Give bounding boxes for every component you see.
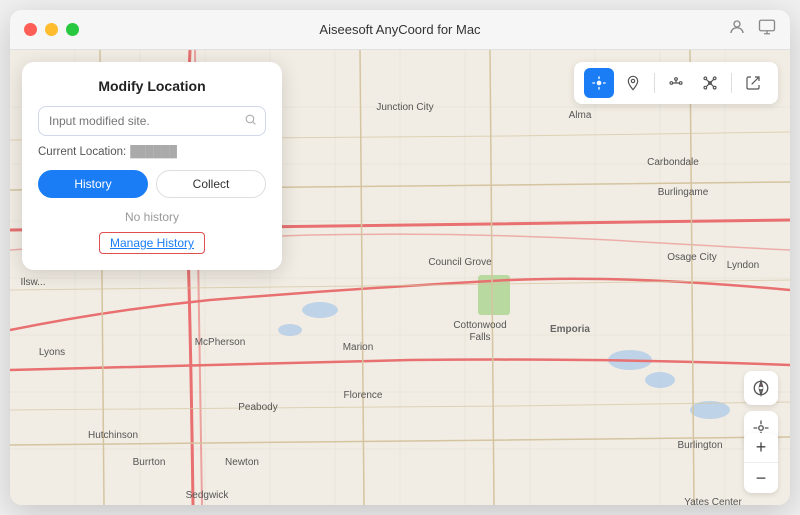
history-tab[interactable]: History xyxy=(38,170,148,198)
minimize-button[interactable] xyxy=(45,23,58,36)
svg-text:Florence: Florence xyxy=(344,390,383,401)
current-location-value: ██████ xyxy=(130,146,177,158)
pin-mode-button[interactable] xyxy=(618,68,648,98)
map-toolbar xyxy=(574,62,778,104)
toolbar-divider-2 xyxy=(731,73,732,93)
svg-text:Alma: Alma xyxy=(569,110,592,121)
multi-mode-button[interactable] xyxy=(695,68,725,98)
svg-text:Council Grove: Council Grove xyxy=(428,257,492,268)
svg-text:Carbondale: Carbondale xyxy=(647,157,699,168)
route-mode-button[interactable] xyxy=(661,68,691,98)
zoom-out-button[interactable]: − xyxy=(744,463,778,493)
collect-tab[interactable]: Collect xyxy=(156,170,266,198)
search-input[interactable] xyxy=(38,106,266,136)
window-controls xyxy=(24,23,79,36)
maximize-button[interactable] xyxy=(66,23,79,36)
zoom-in-button[interactable]: + xyxy=(744,433,778,463)
svg-text:Newton: Newton xyxy=(225,457,259,468)
svg-text:Burlington: Burlington xyxy=(677,440,722,451)
svg-text:Osage City: Osage City xyxy=(667,252,716,263)
zoom-controls: + − xyxy=(744,433,778,493)
search-icon xyxy=(244,113,257,129)
no-history-text: No history xyxy=(38,210,266,224)
titlebar: Aiseesoft AnyCoord for Mac xyxy=(10,10,790,50)
panel-title: Modify Location xyxy=(38,78,266,94)
manage-history-link[interactable]: Manage History xyxy=(99,232,205,254)
svg-text:McPherson: McPherson xyxy=(195,337,246,348)
svg-text:Peabody: Peabody xyxy=(238,402,277,413)
map-area[interactable]: Junction City Alma Abilene Carbondale Bu… xyxy=(10,50,790,505)
svg-text:Junction City: Junction City xyxy=(376,102,433,113)
svg-text:Sedgwick: Sedgwick xyxy=(186,490,230,501)
svg-text:Yates Center: Yates Center xyxy=(684,497,742,505)
export-button[interactable] xyxy=(738,68,768,98)
svg-text:Lyndon: Lyndon xyxy=(727,260,759,271)
svg-text:Ilsw...: Ilsw... xyxy=(20,277,45,288)
user-icon[interactable] xyxy=(728,18,746,41)
svg-text:Marion: Marion xyxy=(343,342,374,353)
svg-text:Burlingame: Burlingame xyxy=(658,187,709,198)
monitor-icon[interactable] xyxy=(758,18,776,41)
svg-text:Falls: Falls xyxy=(469,332,490,343)
current-location-row: Current Location: ██████ xyxy=(38,146,266,158)
current-location-label: Current Location: xyxy=(38,146,126,158)
window-title: Aiseesoft AnyCoord for Mac xyxy=(319,22,480,37)
close-button[interactable] xyxy=(24,23,37,36)
titlebar-actions xyxy=(728,18,776,41)
main-window: Aiseesoft AnyCoord for Mac xyxy=(10,10,790,505)
location-mode-button[interactable] xyxy=(584,68,614,98)
tab-row: History Collect xyxy=(38,170,266,198)
svg-text:Burrton: Burrton xyxy=(133,457,166,468)
modify-panel: Modify Location Current Location: ██████… xyxy=(22,62,282,270)
svg-text:Cottonwood: Cottonwood xyxy=(453,320,506,331)
svg-text:Lyons: Lyons xyxy=(39,347,65,358)
svg-text:Emporia: Emporia xyxy=(550,324,590,335)
toolbar-divider xyxy=(654,73,655,93)
svg-text:Hutchinson: Hutchinson xyxy=(88,430,138,441)
search-row xyxy=(38,106,266,136)
location-compass-button[interactable] xyxy=(744,371,778,405)
